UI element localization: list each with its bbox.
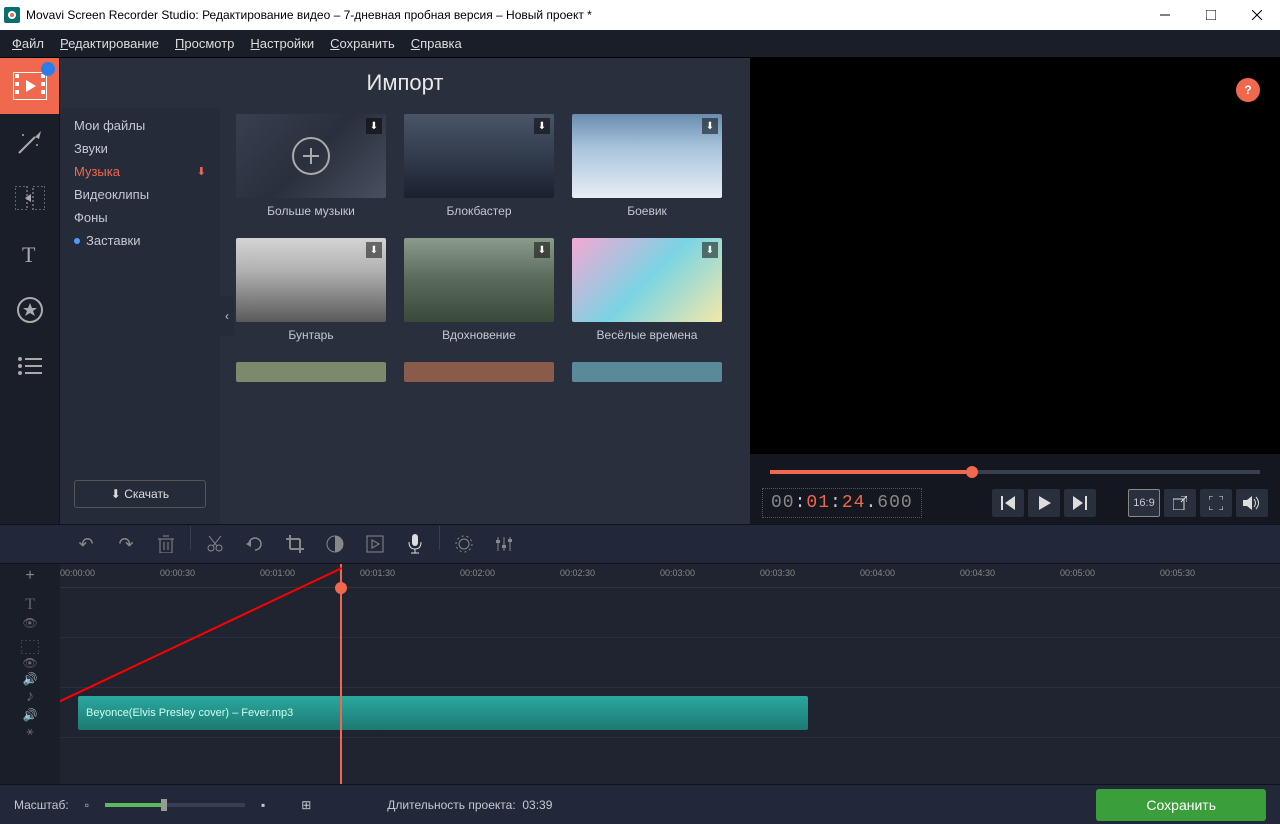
track-audio[interactable]: Beyonce(Elvis Presley cover) – Fever.mp3 [60,688,1280,738]
category-intros[interactable]: Заставки [60,229,220,252]
mute-icon[interactable]: 🔊 [23,708,38,722]
menubar: Файл Редактирование Просмотр Настройки С… [0,30,1280,58]
menu-settings[interactable]: Настройки [242,32,322,55]
popout-icon[interactable] [1164,489,1196,517]
wizard-button[interactable] [355,526,395,562]
bottom-bar: Масштаб: ▫ ▪ ⊞ Длительность проекта: 03:… [0,784,1280,824]
menu-edit[interactable]: Редактирование [52,32,167,55]
playhead[interactable] [340,564,342,784]
timeline-ruler[interactable]: 00:00:0000:00:3000:01:0000:01:3000:02:00… [60,564,1280,588]
download-button[interactable]: ⬇ Скачать [74,480,206,508]
menu-help[interactable]: Справка [403,32,470,55]
crop-button[interactable] [275,526,315,562]
more-tool[interactable] [0,338,59,394]
left-toolbar: T [0,58,60,524]
cut-button[interactable] [195,526,235,562]
next-button[interactable] [1064,489,1096,517]
new-dot-icon [74,238,80,244]
timeline: + T 👁 👁 🔊 ♪ 🔊 ⚹ 00:00:0000:00:3000:01:00… [0,564,1280,784]
volume-icon[interactable] [1236,489,1268,517]
rotate-button[interactable] [235,526,275,562]
duration-label: Длительность проекта: [387,798,515,812]
filters-tool[interactable] [0,114,59,170]
media-item-action[interactable]: ⬇ Боевик [572,114,722,232]
track-video[interactable] [60,638,1280,688]
menu-view[interactable]: Просмотр [167,32,242,55]
help-button[interactable]: ? [1236,78,1260,102]
import-title: Импорт [60,58,750,108]
track-head-video: 👁 🔊 [0,638,60,688]
visibility-icon[interactable]: 👁 [22,656,37,670]
collapse-sidebar[interactable]: ‹ [220,296,234,336]
import-panel: Импорт Мои файлы Звуки Музыка⬇ Видеоклип… [60,58,750,524]
download-icon: ⬇ [702,118,718,134]
svg-text:T: T [22,242,36,266]
media-item-blockbuster[interactable]: ⬇ Блокбастер [404,114,554,232]
window-title: Movavi Screen Recorder Studio: Редактиро… [26,8,592,22]
download-icon: ⬇ [534,118,550,134]
track-titles[interactable] [60,588,1280,638]
maximize-button[interactable] [1188,0,1234,30]
fit-icon[interactable]: ⊞ [301,798,311,812]
transitions-tool[interactable] [0,170,59,226]
titles-tool[interactable]: T [0,226,59,282]
timeline-toolbar: ↶ ↷ [0,524,1280,564]
category-my-files[interactable]: Мои файлы [60,114,220,137]
close-button[interactable] [1234,0,1280,30]
equalizer-button[interactable] [484,526,524,562]
add-track-button[interactable]: + [0,564,60,588]
delete-button[interactable] [146,526,186,562]
download-icon: ⬇ [366,242,382,258]
zoom-slider[interactable] [105,803,245,807]
prev-button[interactable] [992,489,1024,517]
media-item-fun-times[interactable]: ⬇ Весёлые времена [572,238,722,356]
aspect-button[interactable]: 16:9 [1128,489,1160,517]
zoom-label: Масштаб: [14,798,69,812]
track-head-audio: ♪ 🔊 ⚹ [0,688,60,738]
import-categories: Мои файлы Звуки Музыка⬇ Видеоклипы Фоны … [60,108,220,524]
zoom-out-icon[interactable]: ▫ [85,798,89,812]
media-item-more-music[interactable]: ⬇ Больше музыки [236,114,386,232]
redo-button[interactable]: ↷ [106,526,146,562]
minimize-button[interactable] [1142,0,1188,30]
media-item-rebel[interactable]: ⬇ Бунтарь [236,238,386,356]
clip-properties-button[interactable] [444,526,484,562]
stickers-tool[interactable] [0,282,59,338]
track-head-titles: T 👁 [0,588,60,638]
category-backgrounds[interactable]: Фоны [60,206,220,229]
media-item-inspiration[interactable]: ⬇ Вдохновение [404,238,554,356]
mic-button[interactable] [395,526,435,562]
category-sounds[interactable]: Звуки [60,137,220,160]
save-button[interactable]: Сохранить [1096,789,1266,821]
undo-button[interactable]: ↶ [66,526,106,562]
menu-file[interactable]: Файл [4,32,52,55]
play-button[interactable] [1028,489,1060,517]
timecode: 00:01:24.600 [762,488,922,518]
window-titlebar: Movavi Screen Recorder Studio: Редактиро… [0,0,1280,30]
download-icon: ⬇ [197,165,206,178]
visibility-icon[interactable]: 👁 [22,616,37,630]
download-icon: ⬇ [702,242,718,258]
import-tool[interactable] [0,58,59,114]
link-icon[interactable]: ⚹ [26,724,33,739]
menu-save[interactable]: Сохранить [322,32,403,55]
audio-clip[interactable]: Beyonce(Elvis Presley cover) – Fever.mp3 [78,696,808,730]
category-music[interactable]: Музыка⬇ [60,160,220,183]
duration-value: 03:39 [522,798,552,812]
mute-icon[interactable]: 🔊 [23,672,38,686]
preview-panel: ? 00:01:24.600 16:9 [750,58,1280,524]
category-videoclips[interactable]: Видеоклипы [60,183,220,206]
zoom-in-icon[interactable]: ▪ [261,798,265,812]
import-grid: ⬇ Больше музыки ⬇ Блокбастер ⬇ Боевик ⬇ [220,108,750,524]
preview-seekbar[interactable] [750,462,1280,482]
download-icon: ⬇ [534,242,550,258]
app-icon [4,7,20,23]
color-button[interactable] [315,526,355,562]
preview-video[interactable] [750,58,1280,454]
fullscreen-icon[interactable] [1200,489,1232,517]
